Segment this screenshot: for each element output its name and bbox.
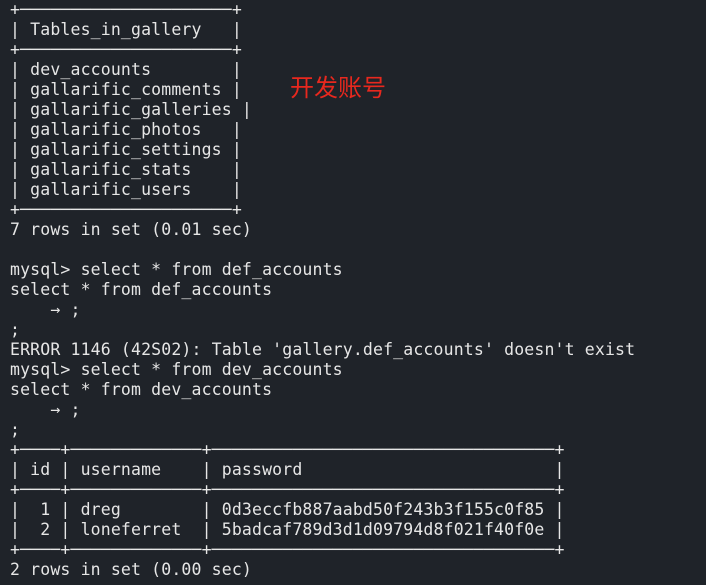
terminal-line: select * from dev_accounts [10, 380, 273, 399]
terminal-line: | gallarific_photos | [10, 120, 242, 139]
terminal-line: 2 rows in set (0.00 sec) [10, 560, 253, 579]
terminal-line: 7 rows in set (0.01 sec) [10, 220, 253, 239]
terminal-line: | gallarific_comments | [10, 80, 242, 99]
terminal-line: | gallarific_stats | [10, 160, 242, 179]
annotation-label: 开发账号 [290, 74, 386, 102]
terminal-line: +─────────────────────+ [10, 200, 242, 219]
terminal-line: ; [10, 320, 21, 339]
terminal-line: | gallarific_settings | [10, 140, 242, 159]
terminal-line: +─────────────────────+ [10, 0, 242, 19]
terminal-line: | Tables_in_gallery | [10, 20, 242, 39]
terminal-line: mysql> select * from def_accounts [10, 260, 343, 279]
terminal-line: → ; [10, 400, 81, 419]
terminal-line: → ; [10, 300, 81, 319]
terminal-line: | gallarific_users | [10, 180, 242, 199]
terminal-line: +────+─────────────+────────────────────… [10, 480, 565, 499]
terminal-line: | 2 | loneferret | 5badcaf789d3d1d09794d… [10, 520, 565, 539]
terminal-line: | dev_accounts | [10, 60, 242, 79]
terminal-line: ERROR 1146 (42S02): Table 'gallery.def_a… [10, 340, 636, 359]
terminal-line: select * from def_accounts [10, 280, 273, 299]
terminal-line: | id | username | password | [10, 460, 565, 479]
terminal-line: | gallarific_galleries | [10, 100, 253, 119]
terminal-window[interactable]: +─────────────────────+ | Tables_in_gall… [0, 0, 706, 585]
terminal-line: +─────────────────────+ [10, 40, 242, 59]
terminal-line: mysql> select * from dev_accounts [10, 360, 343, 379]
terminal-line: ; [10, 420, 21, 439]
terminal-line: +────+─────────────+────────────────────… [10, 540, 565, 559]
terminal-line: | 1 | dreg | 0d3eccfb887aabd50f243b3f155… [10, 500, 565, 519]
terminal-line: +────+─────────────+────────────────────… [10, 440, 565, 459]
